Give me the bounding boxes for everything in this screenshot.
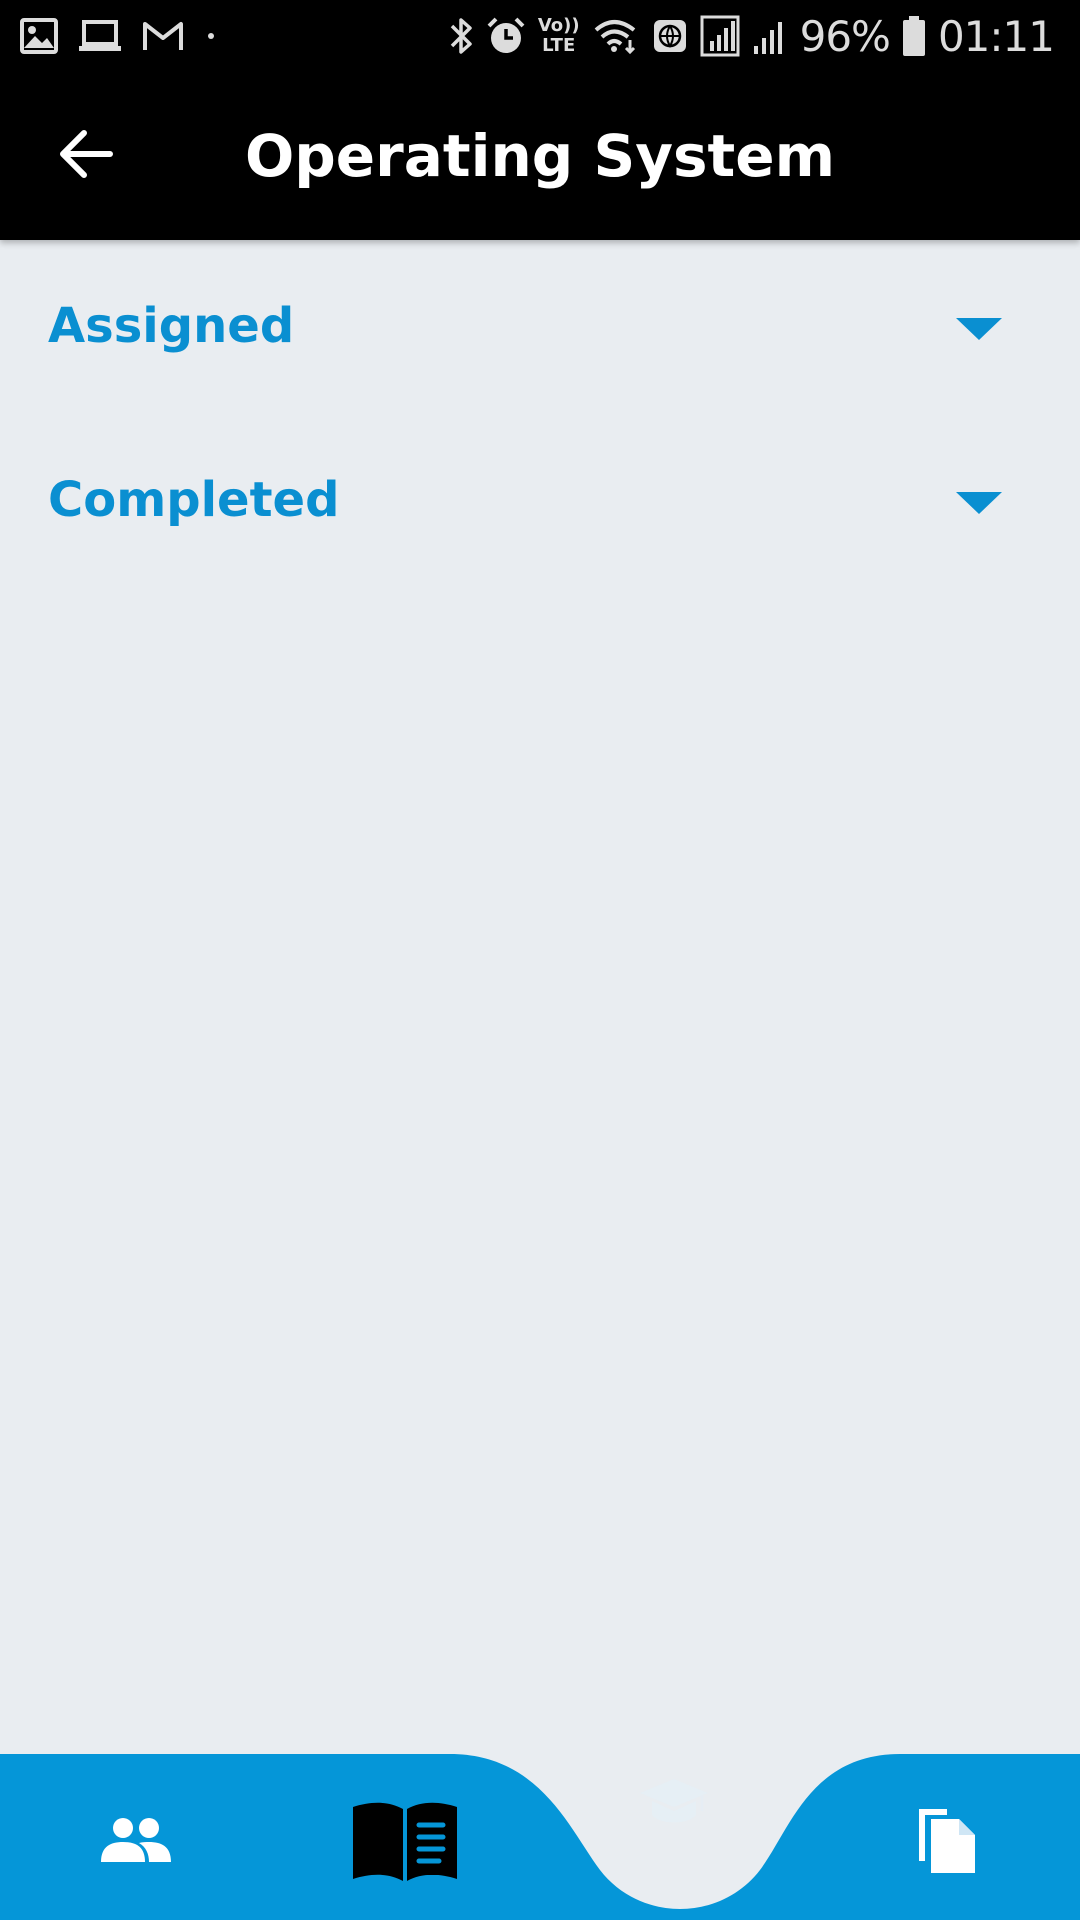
signal-icon xyxy=(752,16,788,56)
section-label-assigned: Assigned xyxy=(48,298,295,354)
wifi-icon xyxy=(592,16,640,56)
gmail-icon xyxy=(142,20,184,52)
section-assigned[interactable]: Assigned xyxy=(0,262,1080,392)
nav-book[interactable] xyxy=(342,1788,468,1898)
app-bar: Operating System xyxy=(0,72,1080,240)
status-bar-right: Vo)) LTE 96% 01:11 xyxy=(448,11,1055,61)
people-icon xyxy=(99,1816,173,1868)
alarm-icon xyxy=(486,16,526,56)
nav-people[interactable] xyxy=(86,1802,186,1882)
bluetooth-icon xyxy=(448,16,474,56)
signal-icon xyxy=(700,15,740,57)
chevron-down-icon xyxy=(956,492,1002,514)
page-title: Operating System xyxy=(244,122,836,190)
gallery-icon xyxy=(20,18,58,54)
clock: 01:11 xyxy=(937,11,1055,61)
laptop-icon xyxy=(78,19,122,53)
volte-icon: Vo)) LTE xyxy=(538,16,580,56)
section-completed[interactable]: Completed xyxy=(0,436,1080,566)
globe-icon xyxy=(652,18,688,54)
nav-graduation[interactable] xyxy=(632,1770,716,1840)
dot-icon xyxy=(204,29,218,43)
status-bar: Vo)) LTE 96% 01:11 xyxy=(0,0,1080,72)
chevron-down-icon xyxy=(956,318,1002,340)
bottom-nav xyxy=(0,1750,1080,1920)
graduation-cap-icon xyxy=(638,1775,710,1835)
book-icon xyxy=(349,1799,461,1887)
battery-icon xyxy=(902,15,926,57)
files-icon xyxy=(913,1801,979,1879)
volte-label-bottom: LTE xyxy=(542,35,576,56)
status-bar-left xyxy=(20,14,218,58)
battery-percent: 96% xyxy=(799,11,891,61)
nav-files[interactable] xyxy=(906,1790,986,1890)
volte-label-top: Vo)) xyxy=(537,15,580,36)
section-label-completed: Completed xyxy=(48,472,340,528)
